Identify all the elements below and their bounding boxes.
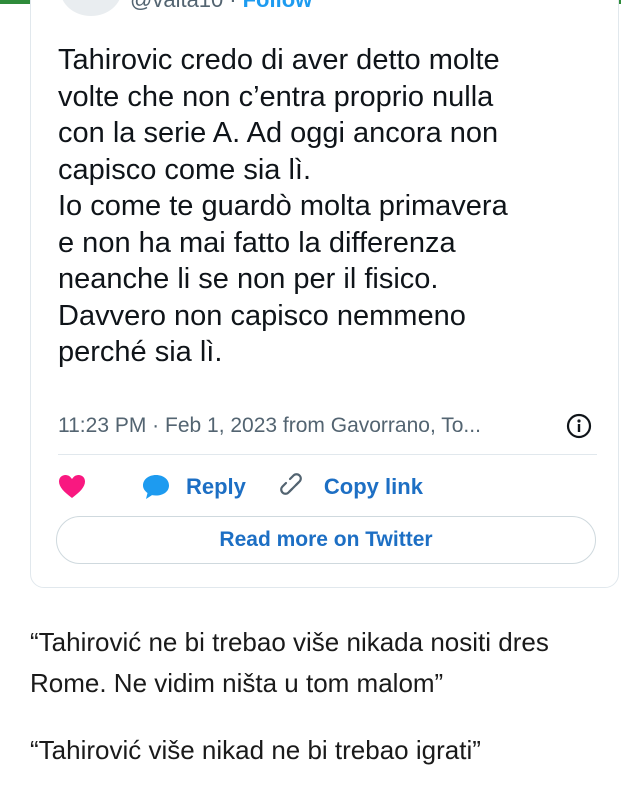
follow-button[interactable]: Follow xyxy=(243,0,313,10)
heart-icon xyxy=(59,475,85,498)
tweet-divider xyxy=(58,454,597,455)
like-button[interactable] xyxy=(58,474,86,500)
article-quote-2: “Tahirović više nikad ne bi trebao igrat… xyxy=(30,735,481,765)
read-more-on-twitter-button[interactable]: Read more on Twitter xyxy=(56,516,596,564)
tweet-meta: 11:23 PM · Feb 1, 2023 from Gavorrano, T… xyxy=(58,411,598,441)
article-quote-1: “Tahirović ne bi trebao više nikada nosi… xyxy=(30,627,549,698)
speech-bubble-icon xyxy=(143,475,169,499)
info-icon[interactable] xyxy=(566,413,592,439)
user-handle[interactable]: @vaita10 xyxy=(130,0,223,10)
copy-link-label: Copy link xyxy=(323,474,423,499)
tweet-timestamp[interactable]: 11:23 PM · Feb 1, 2023 from Gavorrano, T… xyxy=(58,411,481,441)
reply-label: Reply xyxy=(186,474,246,499)
tweet-text: Tahirovic credo di aver detto molte volt… xyxy=(58,44,508,368)
link-icon xyxy=(280,473,302,495)
reply-button[interactable]: Reply xyxy=(142,474,246,500)
copy-link-button[interactable]: Copy link xyxy=(280,473,423,501)
tweet-header: @vaita10 · Follow xyxy=(130,0,312,10)
tweet-actions: Reply Copy link xyxy=(58,470,423,504)
separator-dot: · xyxy=(229,0,236,10)
